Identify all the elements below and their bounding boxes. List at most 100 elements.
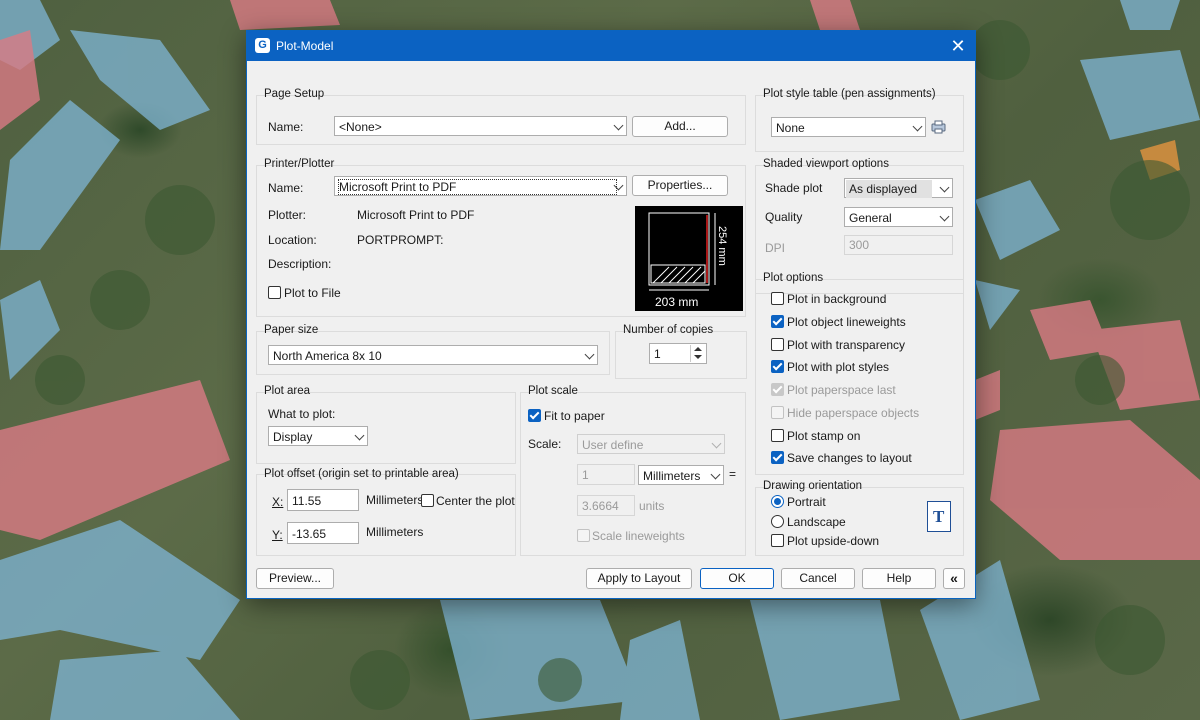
hide-paperspace-checkbox[interactable]: [771, 406, 784, 419]
paper-preview: 203 mm 254 mm: [635, 206, 743, 311]
page-setup-title: Page Setup: [264, 88, 325, 100]
portrait-radio[interactable]: [771, 495, 784, 508]
portrait-label: Portrait: [787, 495, 826, 509]
center-plot-checkbox[interactable]: [421, 494, 434, 507]
apply-to-layout-button[interactable]: Apply to Layout: [586, 568, 692, 589]
copies-value: 1: [654, 347, 661, 361]
what-to-plot-dropdown[interactable]: Display: [268, 426, 368, 446]
properties-button[interactable]: Properties...: [632, 175, 728, 196]
paper-preview-graphic: 203 mm 254 mm: [648, 212, 728, 309]
offset-x-input[interactable]: 11.55: [287, 489, 359, 511]
upside-down-checkbox[interactable]: [771, 534, 784, 547]
orientation-title: Drawing orientation: [763, 480, 863, 492]
orientation-letter: T: [933, 507, 945, 526]
location-value: PORTPROMPT:: [357, 233, 444, 247]
scale-unit-value: Millimeters: [643, 469, 701, 483]
ok-button[interactable]: OK: [700, 568, 774, 589]
plot-lineweights-label: Plot object lineweights: [787, 315, 906, 329]
scale-value2-input[interactable]: 3.6664: [577, 495, 635, 516]
save-changes-label: Save changes to layout: [787, 451, 912, 465]
quality-value: General: [849, 211, 892, 225]
add-button[interactable]: Add...: [632, 116, 728, 137]
printer-name-dropdown[interactable]: Microsoft Print to PDF: [334, 176, 627, 196]
printer-name-value: Microsoft Print to PDF: [337, 179, 618, 195]
copies-spinner[interactable]: [690, 345, 705, 362]
equals-sign: =: [729, 467, 737, 481]
app-logo-icon: G: [255, 38, 270, 53]
plot-in-background-checkbox[interactable]: [771, 292, 784, 305]
fit-to-paper-label: Fit to paper: [544, 409, 605, 423]
chevron-down-icon: [939, 182, 950, 193]
page-setup-name-label: Name:: [268, 120, 304, 134]
preview-button[interactable]: Preview...: [256, 568, 334, 589]
printer-name-label: Name:: [268, 181, 304, 195]
copies-input[interactable]: 1: [649, 343, 707, 364]
landscape-label: Landscape: [787, 515, 846, 529]
style-table-dropdown[interactable]: None: [771, 117, 926, 137]
plot-transparency-label: Plot with transparency: [787, 338, 906, 352]
plotter-label: Plotter:: [268, 208, 307, 222]
spin-down-icon[interactable]: [694, 355, 702, 359]
offset-y-unit: Millimeters: [366, 525, 424, 539]
paperspace-last-label: Plot paperspace last: [787, 383, 896, 397]
scale-unit-dropdown[interactable]: Millimeters: [638, 465, 724, 485]
plot-to-file-checkbox[interactable]: [268, 286, 281, 299]
chevron-down-icon: [912, 121, 923, 132]
page-setup-name-dropdown[interactable]: <None>: [334, 116, 627, 136]
edit-style-table-icon[interactable]: [931, 120, 946, 134]
center-plot-label: Center the plot: [436, 494, 515, 508]
orientation-preview-icon: T: [927, 501, 951, 532]
help-button[interactable]: Help: [862, 568, 936, 589]
plot-options-group: [755, 279, 964, 475]
spin-up-icon[interactable]: [694, 347, 702, 351]
landscape-radio[interactable]: [771, 515, 784, 528]
offset-y-value: -13.65: [292, 527, 327, 541]
shade-plot-dropdown[interactable]: As displayed: [844, 178, 953, 198]
page-setup-name-value: <None>: [339, 120, 382, 134]
dpi-label: DPI: [765, 241, 786, 255]
upside-down-label: Plot upside-down: [787, 534, 880, 548]
style-table-title: Plot style table (pen assignments): [763, 88, 936, 100]
plotter-value: Microsoft Print to PDF: [357, 208, 475, 222]
chevron-down-icon: [939, 211, 950, 222]
paper-height-label: 254 mm: [716, 226, 728, 266]
dpi-value: 300: [849, 238, 870, 252]
plot-stamp-checkbox[interactable]: [771, 429, 784, 442]
plot-transparency-checkbox[interactable]: [771, 338, 784, 351]
scale-value1-input[interactable]: 1: [577, 464, 635, 485]
plot-in-background-label: Plot in background: [787, 292, 887, 306]
scale-label: Scale:: [528, 437, 562, 451]
plot-styles-checkbox[interactable]: [771, 360, 784, 373]
plot-styles-label: Plot with plot styles: [787, 360, 890, 374]
close-icon[interactable]: ✕: [947, 35, 969, 57]
copies-title: Number of copies: [623, 324, 714, 336]
units-label: units: [639, 499, 665, 513]
dpi-input[interactable]: 300: [844, 235, 953, 255]
plot-scale-title: Plot scale: [528, 385, 578, 397]
dialog-title: Plot-Model: [276, 39, 334, 53]
save-changes-checkbox[interactable]: [771, 451, 784, 464]
location-label: Location:: [268, 233, 317, 247]
scale-lineweights-checkbox[interactable]: [577, 529, 590, 542]
paper-size-value: North America 8x 10: [273, 349, 382, 363]
plot-lineweights-checkbox[interactable]: [771, 315, 784, 328]
plot-options-title: Plot options: [763, 272, 824, 284]
fit-to-paper-checkbox[interactable]: [528, 409, 541, 422]
title-bar[interactable]: G Plot-Model ✕: [247, 31, 975, 61]
offset-y-label: Y:: [272, 528, 283, 542]
chevron-down-icon: [613, 120, 624, 131]
paper-size-dropdown[interactable]: North America 8x 10: [268, 345, 598, 365]
quality-label: Quality: [765, 210, 803, 224]
cancel-button[interactable]: Cancel: [781, 568, 855, 589]
hide-paperspace-label: Hide paperspace objects: [787, 406, 920, 420]
paper-width-label: 203 mm: [655, 295, 698, 309]
paperspace-last-checkbox[interactable]: [771, 383, 784, 396]
scale-dropdown[interactable]: User define: [577, 434, 725, 454]
quality-dropdown[interactable]: General: [844, 207, 953, 227]
printer-title: Printer/Plotter: [264, 158, 335, 170]
chevron-down-icon: [711, 438, 722, 449]
plot-offset-title: Plot offset (origin set to printable are…: [264, 468, 459, 480]
offset-x-unit: Millimeters: [366, 493, 424, 507]
collapse-icon[interactable]: «: [943, 568, 965, 589]
offset-y-input[interactable]: -13.65: [287, 522, 359, 544]
